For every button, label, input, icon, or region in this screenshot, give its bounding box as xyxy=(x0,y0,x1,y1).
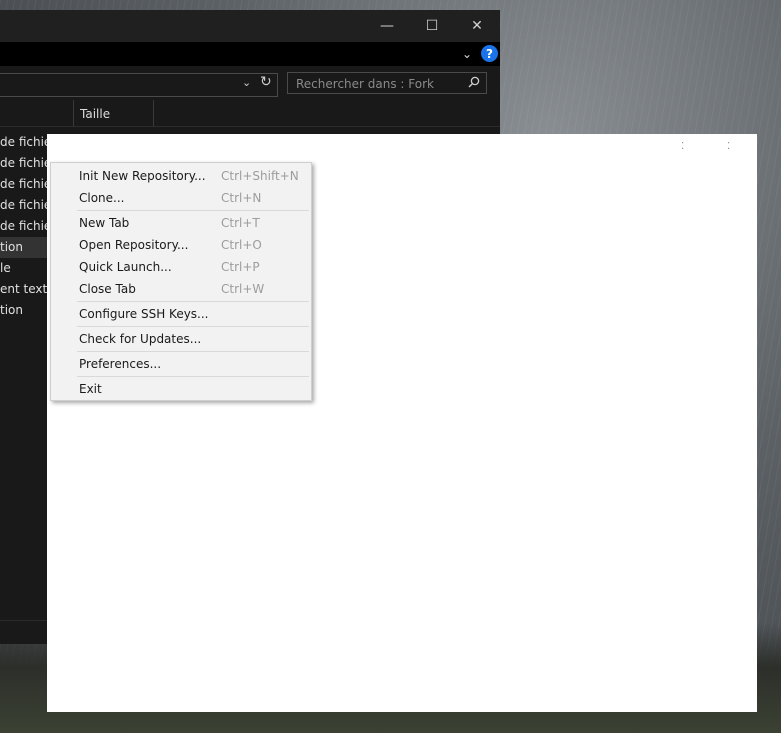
address-field[interactable] xyxy=(0,73,278,97)
menu-separator xyxy=(77,351,309,352)
menu-item-label: Configure SSH Keys... xyxy=(79,307,209,321)
list-item-selected[interactable]: tion xyxy=(0,237,47,258)
title-bar: — ☐ ✕ xyxy=(0,10,500,42)
column-header-size[interactable]: Taille xyxy=(80,107,110,121)
menu-item-quick-launch[interactable]: Quick Launch... Ctrl+P xyxy=(51,256,311,278)
menu-separator xyxy=(77,376,309,377)
menu-item-label: Check for Updates... xyxy=(79,332,202,346)
minimize-button[interactable]: — xyxy=(364,10,410,42)
maximize-button[interactable]: ☐ xyxy=(409,10,455,42)
menu-item-init-new-repository[interactable]: Init New Repository... Ctrl+Shift+N xyxy=(51,165,311,187)
ribbon-collapse-chevron-icon[interactable]: ⌄ xyxy=(458,46,476,62)
list-item[interactable]: ent texte xyxy=(0,279,47,300)
menu-item-check-for-updates[interactable]: Check for Updates... xyxy=(51,328,311,350)
fork-marker-left: ⁚ xyxy=(681,141,685,152)
menu-separator xyxy=(77,326,309,327)
file-context-menu: Init New Repository... Ctrl+Shift+N Clon… xyxy=(50,162,312,401)
menu-item-label: Open Repository... xyxy=(79,238,189,252)
column-separator[interactable] xyxy=(73,100,74,126)
list-item[interactable]: le xyxy=(0,258,47,279)
menu-item-shortcut: Ctrl+W xyxy=(221,282,265,296)
menu-item-clone[interactable]: Clone... Ctrl+N xyxy=(51,187,311,209)
list-item[interactable]: tion xyxy=(0,300,47,321)
list-item[interactable]: de fichie xyxy=(0,153,47,174)
menu-item-label: Preferences... xyxy=(79,357,162,371)
search-input[interactable]: Rechercher dans : Fork xyxy=(287,72,487,94)
menu-item-exit[interactable]: Exit xyxy=(51,378,311,400)
menu-item-label: Exit xyxy=(79,382,102,396)
list-item[interactable]: de fichie xyxy=(0,132,47,153)
menu-item-shortcut: Ctrl+T xyxy=(221,216,260,230)
menu-item-shortcut: Ctrl+Shift+N xyxy=(221,169,299,183)
menu-item-shortcut: Ctrl+O xyxy=(221,238,262,252)
list-item[interactable]: de fichie xyxy=(0,195,47,216)
menu-item-shortcut: Ctrl+N xyxy=(221,191,262,205)
menu-item-label: New Tab xyxy=(79,216,130,230)
fork-marker-right: ⁚ xyxy=(727,141,731,152)
menu-item-label: Quick Launch... xyxy=(79,260,172,274)
menu-item-preferences[interactable]: Preferences... xyxy=(51,353,311,375)
menu-item-configure-ssh-keys[interactable]: Configure SSH Keys... xyxy=(51,303,311,325)
refresh-icon[interactable]: ↻ xyxy=(260,74,272,90)
menu-item-shortcut: Ctrl+P xyxy=(221,260,260,274)
menu-item-label: Init New Repository... xyxy=(79,169,206,183)
menu-separator xyxy=(77,301,309,302)
list-item[interactable]: de fichie xyxy=(0,216,47,237)
file-list: de fichie de fichie de fichie de fichie … xyxy=(0,132,47,321)
menu-item-open-repository[interactable]: Open Repository... Ctrl+O xyxy=(51,234,311,256)
search-icon[interactable] xyxy=(468,76,480,92)
help-icon[interactable]: ? xyxy=(481,45,498,62)
menu-separator xyxy=(77,210,309,211)
ribbon-bar xyxy=(0,42,500,66)
column-separator[interactable] xyxy=(153,100,154,126)
address-history-chevron-icon[interactable]: ⌄ xyxy=(242,76,251,89)
menu-item-close-tab[interactable]: Close Tab Ctrl+W xyxy=(51,278,311,300)
list-item[interactable]: de fichie xyxy=(0,174,47,195)
close-button[interactable]: ✕ xyxy=(454,10,500,42)
column-header-row xyxy=(0,100,500,127)
menu-item-label: Clone... xyxy=(79,191,125,205)
menu-item-label: Close Tab xyxy=(79,282,136,296)
menu-item-new-tab[interactable]: New Tab Ctrl+T xyxy=(51,212,311,234)
